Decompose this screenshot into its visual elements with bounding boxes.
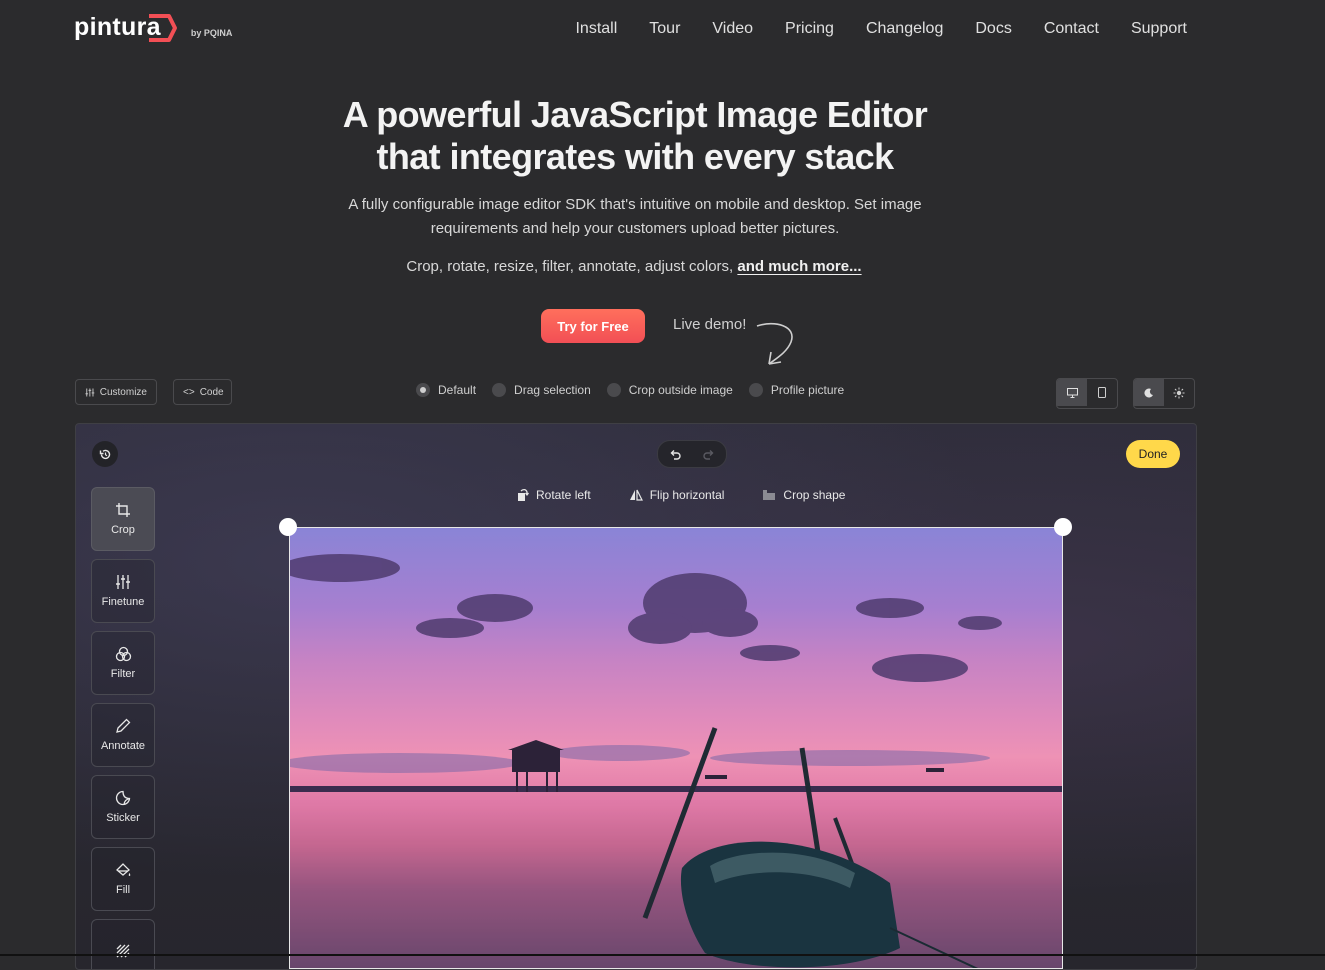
tool-label: Filter xyxy=(110,668,136,680)
tool-sidebar: Crop Finetune Filter Annotate Sticker Fi… xyxy=(91,487,155,969)
crop-shape-icon xyxy=(763,490,776,500)
nav-changelog[interactable]: Changelog xyxy=(866,20,943,38)
mode-label: Default xyxy=(438,383,477,397)
tool-fill[interactable]: Fill xyxy=(91,847,155,911)
nav-video[interactable]: Video xyxy=(712,20,753,38)
nav-docs[interactable]: Docs xyxy=(975,20,1011,38)
mode-crop-outside-image[interactable]: Crop outside image xyxy=(606,383,733,397)
rotate-left-icon xyxy=(518,488,529,501)
tool-label: Annotate xyxy=(100,740,146,752)
mobile-icon[interactable] xyxy=(1087,379,1117,406)
flip-horizontal-icon xyxy=(629,489,643,501)
brand-by: by PQINA xyxy=(190,28,233,38)
undo-icon[interactable] xyxy=(658,441,692,467)
mode-radio-group: Default Drag selection Crop outside imag… xyxy=(416,383,844,397)
tool-label: Sticker xyxy=(106,812,140,824)
crop-handle-top-left[interactable] xyxy=(279,518,297,536)
hero-features: Crop, rotate, resize, filter, annotate, … xyxy=(0,258,1268,275)
brand-logo[interactable]: pintura by PQINA xyxy=(74,12,232,42)
pencil-icon xyxy=(116,718,131,733)
radio-icon[interactable] xyxy=(748,383,763,397)
tool-finetune[interactable]: Finetune xyxy=(91,559,155,623)
tool-sticker[interactable]: Sticker xyxy=(91,775,155,839)
redo-icon[interactable] xyxy=(692,441,726,467)
theme-toggle xyxy=(1133,378,1195,409)
paint-bucket-icon xyxy=(116,863,131,876)
sliders-icon xyxy=(85,388,95,396)
more-features-link[interactable]: and much more... xyxy=(737,258,861,275)
crop-tool-label: Rotate left xyxy=(536,488,591,502)
radio-selected-icon[interactable] xyxy=(416,383,430,397)
mode-drag-selection[interactable]: Drag selection xyxy=(492,383,591,397)
crop-tool-label: Crop shape xyxy=(783,488,846,502)
device-toggle xyxy=(1056,378,1118,409)
mode-label: Profile picture xyxy=(770,383,845,397)
sunset-boat-photo[interactable] xyxy=(289,527,1063,969)
nav-tour[interactable]: Tour xyxy=(649,20,680,38)
flip-horizontal-button[interactable]: Flip horizontal xyxy=(629,488,725,502)
mode-profile-picture[interactable]: Profile picture xyxy=(748,383,845,397)
crop-tool-label: Flip horizontal xyxy=(649,488,725,502)
tool-label: Crop xyxy=(111,524,135,536)
hero-title-line1: A powerful JavaScript Image Editor xyxy=(342,94,928,135)
radio-icon[interactable] xyxy=(492,383,507,397)
tool-label: Fill xyxy=(115,884,131,896)
mode-label: Drag selection xyxy=(514,383,591,397)
mode-default[interactable]: Default xyxy=(416,383,476,397)
tool-crop[interactable]: Crop xyxy=(91,487,155,551)
photo-scene xyxy=(290,554,1062,968)
code-label: Code xyxy=(199,386,224,398)
nav-pricing[interactable]: Pricing xyxy=(785,20,834,38)
features-text: Crop, rotate, resize, filter, annotate, … xyxy=(406,258,738,275)
desktop-icon[interactable] xyxy=(1057,379,1087,406)
filter-circles-icon xyxy=(115,646,131,662)
image-editor: Done Crop Finetune Filter Annotate Stick… xyxy=(75,423,1197,970)
main-nav: Install Tour Video Pricing Changelog Doc… xyxy=(575,20,1187,38)
hero-subtitle: A fully configurable image editor SDK th… xyxy=(348,196,922,237)
code-button[interactable]: <> Code xyxy=(173,379,232,405)
sun-icon[interactable] xyxy=(1164,379,1194,406)
hero-title: A powerful JavaScript Image Editor that … xyxy=(0,94,1270,178)
curved-arrow-icon xyxy=(756,322,793,365)
moon-icon[interactable] xyxy=(1134,379,1164,406)
hero-title-line2: that integrates with every stack xyxy=(376,136,894,177)
customize-button[interactable]: Customize xyxy=(75,379,157,405)
pintura-mark-icon xyxy=(149,14,177,42)
tool-filter[interactable]: Filter xyxy=(91,631,155,695)
mode-label: Crop outside image xyxy=(628,383,733,397)
customize-label: Customize xyxy=(99,386,147,398)
sticker-icon xyxy=(115,790,131,806)
finetune-sliders-icon xyxy=(116,575,130,589)
rotate-left-button[interactable]: Rotate left xyxy=(517,488,591,502)
crop-shape-button[interactable]: Crop shape xyxy=(762,488,845,502)
crop-toolbar: Rotate left Flip horizontal Crop shape xyxy=(517,488,845,502)
history-icon[interactable] xyxy=(92,441,118,467)
nav-install[interactable]: Install xyxy=(575,20,617,38)
live-demo-label: Live demo! xyxy=(673,316,747,333)
nav-contact[interactable]: Contact xyxy=(1044,20,1099,38)
nav-support[interactable]: Support xyxy=(1131,20,1187,38)
done-button[interactable]: Done xyxy=(1126,440,1180,468)
try-for-free-button[interactable]: Try for Free xyxy=(541,309,645,343)
tool-label: Finetune xyxy=(101,596,145,608)
code-icon: <> xyxy=(183,386,195,398)
undo-redo-group xyxy=(657,440,727,468)
tool-annotate[interactable]: Annotate xyxy=(91,703,155,767)
radio-icon[interactable] xyxy=(606,383,621,397)
tool-more[interactable] xyxy=(91,919,155,969)
crop-icon xyxy=(116,503,130,517)
crop-handle-top-right[interactable] xyxy=(1054,518,1072,536)
